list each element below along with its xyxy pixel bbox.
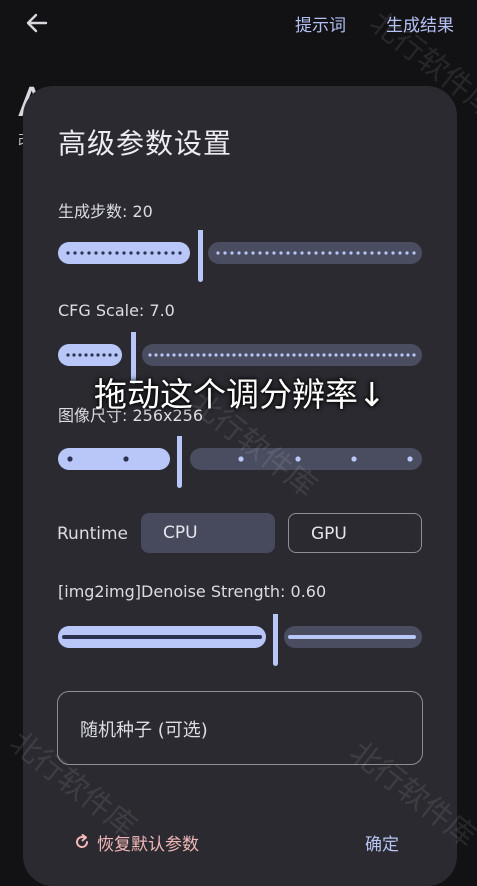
runtime-cpu-option[interactable]: CPU (141, 513, 275, 553)
dialog-title: 高级参数设置 (58, 127, 233, 160)
denoise-label: [img2img]Denoise Strength: 0.60 (58, 582, 327, 601)
runtime-label: Runtime (57, 524, 129, 544)
advanced-settings-dialog: 高级参数设置 生成步数: 20 CFG Scale: 7.0 图像尺寸: 256… (23, 86, 457, 886)
reset-defaults-button[interactable]: 恢复默认参数 (73, 830, 199, 855)
resolution-slider[interactable] (58, 436, 422, 488)
back-arrow-icon[interactable] (22, 8, 52, 38)
confirm-button[interactable]: 确定 (365, 830, 399, 855)
steps-label: 生成步数: 20 (58, 202, 153, 221)
denoise-slider[interactable] (58, 614, 422, 666)
tab-result[interactable]: 生成结果 (386, 11, 454, 36)
steps-slider[interactable] (58, 230, 422, 282)
instruction-overlay: 拖动这个调分辨率↓ (94, 375, 386, 414)
seed-placeholder: 随机种子 (可选) (80, 720, 208, 741)
seed-input[interactable]: 随机种子 (可选) (57, 691, 423, 765)
reset-defaults-label: 恢复默认参数 (97, 834, 199, 855)
runtime-gpu-option[interactable]: GPU (288, 513, 422, 553)
tab-prompt[interactable]: 提示词 (295, 11, 346, 36)
cfg-label: CFG Scale: 7.0 (58, 301, 175, 320)
refresh-icon (76, 834, 89, 848)
top-app-bar: 提示词 生成结果 (0, 0, 477, 46)
